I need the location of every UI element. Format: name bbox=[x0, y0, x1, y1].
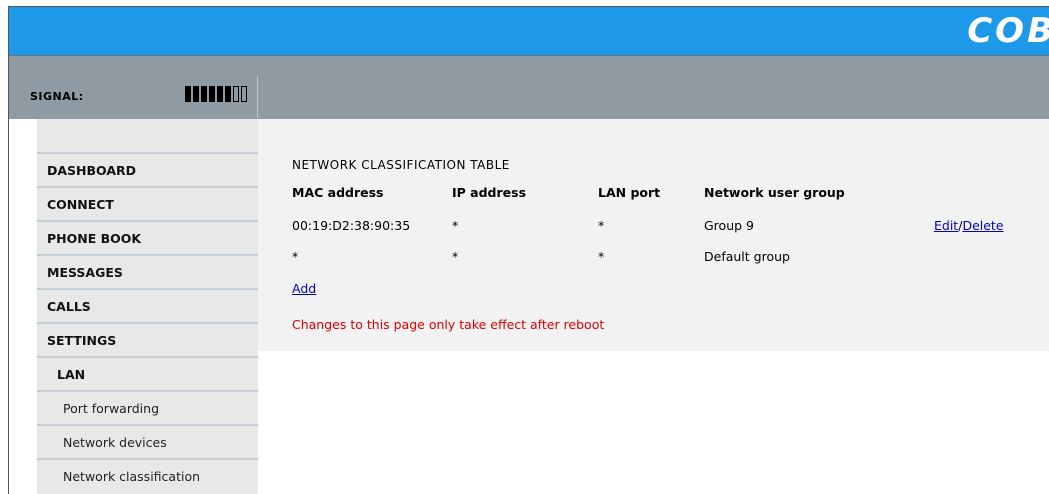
sidebar-item-messages[interactable]: MESSAGES bbox=[37, 254, 258, 288]
sidebar-item-phone-book[interactable]: PHONE BOOK bbox=[37, 220, 258, 254]
sidebar-item-network-classification[interactable]: Network classification bbox=[37, 458, 258, 492]
app-frame: COB SIGNAL: DASHBOARD CONNECT PHONE BOOK… bbox=[8, 6, 1049, 494]
brand-logo: COB bbox=[967, 11, 1049, 51]
cell-user-group: Group 9 bbox=[704, 218, 754, 233]
main-content: NETWORK CLASSIFICATION TABLE MAC address… bbox=[258, 119, 1049, 351]
sidebar-item-lan[interactable]: LAN bbox=[37, 356, 258, 390]
sidebar-item-calls[interactable]: CALLS bbox=[37, 288, 258, 322]
column-header-lan-port: LAN port bbox=[598, 185, 661, 200]
reboot-notice: Changes to this page only take effect af… bbox=[292, 317, 605, 332]
cell-lan-port: * bbox=[598, 249, 605, 264]
sidebar-menu: DASHBOARD CONNECT PHONE BOOK MESSAGES CA… bbox=[37, 119, 258, 494]
signal-segment bbox=[201, 86, 207, 102]
signal-segment-empty bbox=[233, 86, 239, 102]
top-banner: COB bbox=[9, 7, 1049, 55]
cell-ip: * bbox=[452, 218, 459, 233]
sidebar-item-connect[interactable]: CONNECT bbox=[37, 186, 258, 220]
add-link[interactable]: Add bbox=[292, 281, 316, 296]
signal-strength-meter bbox=[185, 86, 247, 102]
page-title: NETWORK CLASSIFICATION TABLE bbox=[292, 158, 510, 172]
cell-user-group: Default group bbox=[704, 249, 790, 264]
signal-segment bbox=[217, 86, 223, 102]
signal-segment-empty bbox=[241, 86, 247, 102]
cell-ip: * bbox=[452, 249, 459, 264]
sidebar-item-port-forwarding[interactable]: Port forwarding bbox=[37, 390, 258, 424]
column-header-ip: IP address bbox=[452, 185, 527, 200]
cell-lan-port: * bbox=[598, 218, 605, 233]
delete-link[interactable]: Delete bbox=[962, 218, 1003, 233]
cell-mac: 00:19:D2:38:90:35 bbox=[292, 218, 411, 233]
signal-label: SIGNAL: bbox=[30, 90, 84, 103]
signal-segment bbox=[185, 86, 191, 102]
signal-segment bbox=[225, 86, 231, 102]
signal-segment bbox=[193, 86, 199, 102]
sidebar-item-settings[interactable]: SETTINGS bbox=[37, 322, 258, 356]
sidebar: DASHBOARD CONNECT PHONE BOOK MESSAGES CA… bbox=[9, 119, 258, 494]
row-actions: Edit/Delete bbox=[934, 218, 1004, 233]
column-header-user-group: Network user group bbox=[704, 185, 845, 200]
edit-link[interactable]: Edit bbox=[934, 218, 958, 233]
cell-mac: * bbox=[292, 249, 299, 264]
signal-bar: SIGNAL: bbox=[9, 55, 1049, 119]
sidebar-item-dashboard[interactable]: DASHBOARD bbox=[37, 152, 258, 186]
signal-segment bbox=[209, 86, 215, 102]
column-header-mac: MAC address bbox=[292, 185, 384, 200]
divider bbox=[257, 76, 258, 118]
sidebar-item-network-devices[interactable]: Network devices bbox=[37, 424, 258, 458]
